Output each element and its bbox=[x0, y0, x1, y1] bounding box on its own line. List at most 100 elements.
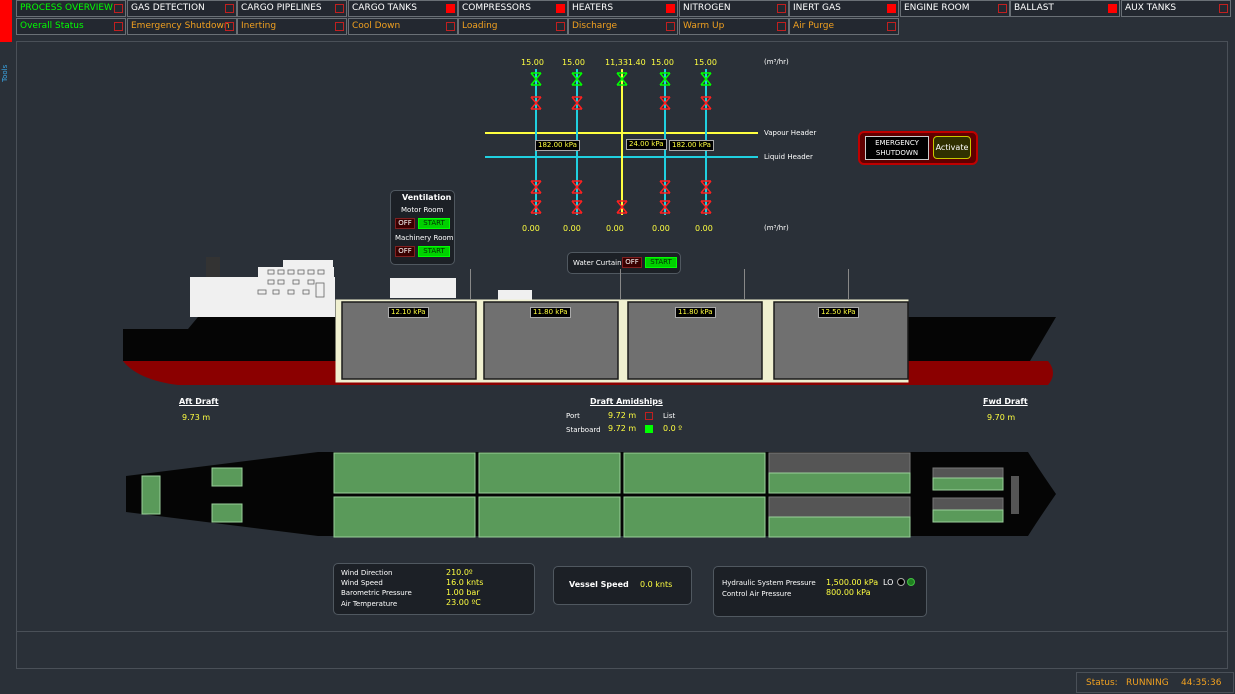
wind-direction-label: Wind Direction bbox=[341, 569, 393, 577]
vessel-speed-value: 0.0 knts bbox=[640, 580, 673, 589]
esd-title-1: EMERGENCY bbox=[875, 139, 919, 147]
sub-nav-tab-label: Cool Down bbox=[352, 21, 401, 31]
flow-unit-top: (m³/hr) bbox=[764, 58, 789, 66]
alarm-indicator-bar bbox=[0, 0, 12, 42]
message-panel bbox=[16, 632, 1228, 669]
starboard-label: Starboard bbox=[566, 426, 601, 434]
nav-tab-label: GAS DETECTION bbox=[131, 3, 205, 13]
wind-speed-label: Wind Speed bbox=[341, 579, 383, 587]
alarm-indicator bbox=[887, 4, 896, 13]
nav-tab-label: AUX TANKS bbox=[1125, 3, 1177, 13]
nav-tab[interactable]: NITROGEN bbox=[679, 0, 789, 17]
ship-plan-view bbox=[126, 452, 1056, 538]
plan-tank-level bbox=[623, 452, 766, 494]
flow-readout-bottom: 0.00 bbox=[563, 224, 581, 233]
alarm-indicator bbox=[446, 22, 455, 31]
nav-tab[interactable]: AUX TANKS bbox=[1121, 0, 1231, 17]
fwd-draft-value: 9.70 m bbox=[987, 413, 1016, 422]
sub-nav-tab-label: Inerting bbox=[241, 21, 277, 31]
tools-tab[interactable]: Tools bbox=[1, 65, 9, 82]
starboard-draft-value: 9.72 m bbox=[608, 424, 637, 433]
esd-title-2: SHUTDOWN bbox=[875, 149, 919, 157]
nav-tab[interactable]: HEATERS bbox=[568, 0, 678, 17]
sub-nav-tab-label: Loading bbox=[462, 21, 498, 31]
ship-profile bbox=[123, 257, 1056, 385]
sub-nav-tab[interactable]: Inerting bbox=[237, 18, 347, 35]
air-temperature-label: Air Temperature bbox=[341, 600, 398, 608]
nav-tab-label: INERT GAS bbox=[793, 3, 841, 13]
barometric-pressure-label: Barometric Pressure bbox=[341, 589, 412, 597]
aft-draft-value: 9.73 m bbox=[182, 413, 211, 422]
barometric-pressure-value: 1.00 bar bbox=[446, 588, 480, 597]
alarm-indicator bbox=[556, 22, 565, 31]
sub-nav-tab[interactable]: Loading bbox=[458, 18, 568, 35]
sub-nav-tab[interactable]: Air Purge bbox=[789, 18, 899, 35]
nav-tab-label: NITROGEN bbox=[683, 3, 731, 13]
alarm-indicator bbox=[335, 4, 344, 13]
vapour-header-label: Vapour Header bbox=[764, 129, 817, 137]
esd-label: EMERGENCY SHUTDOWN bbox=[865, 136, 929, 160]
nav-tab-label: CARGO TANKS bbox=[352, 3, 417, 13]
nav-tab[interactable]: BALLAST bbox=[1010, 0, 1120, 17]
flow-readout-bottom: 0.00 bbox=[652, 224, 670, 233]
alarm-indicator bbox=[114, 22, 123, 31]
wind-direction-value: 210.0º bbox=[446, 568, 473, 577]
nav-tab-label: BALLAST bbox=[1014, 3, 1054, 13]
flow-readout-top: 15.00 bbox=[521, 58, 544, 67]
motor-room-off-button[interactable]: OFF bbox=[395, 218, 415, 229]
plan-tank-level bbox=[478, 452, 621, 494]
nav-tab-label: CARGO PIPELINES bbox=[241, 3, 322, 13]
nav-tab-label: COMPRESSORS bbox=[462, 3, 531, 13]
nav-tab[interactable]: ENGINE ROOM bbox=[900, 0, 1010, 17]
nav-tab[interactable]: CARGO TANKS bbox=[348, 0, 458, 17]
port-draft-value: 9.72 m bbox=[608, 411, 637, 420]
alarm-indicator bbox=[777, 4, 786, 13]
aft-draft-label: Aft Draft bbox=[179, 397, 219, 406]
sub-nav-tab[interactable]: Emergency Shutdown bbox=[127, 18, 237, 35]
sub-nav-tab[interactable]: Discharge bbox=[568, 18, 678, 35]
sub-nav-tab-label: Warm Up bbox=[683, 21, 725, 31]
plan-tank-level bbox=[768, 472, 911, 494]
alarm-indicator bbox=[114, 4, 123, 13]
nav-tab[interactable]: PROCESS OVERVIEW bbox=[16, 0, 126, 17]
alarm-indicator bbox=[225, 4, 234, 13]
port-indicator bbox=[645, 412, 653, 420]
lo-indicator-on bbox=[907, 578, 915, 586]
plan-tank-level bbox=[623, 496, 766, 538]
alarm-indicator bbox=[777, 22, 786, 31]
status-bar: Status: RUNNING 44:35:36 bbox=[1076, 672, 1234, 693]
control-air-pressure-value: 800.00 kPa bbox=[826, 588, 871, 597]
liquid-header-label: Liquid Header bbox=[764, 153, 813, 161]
wind-speed-value: 16.0 knts bbox=[446, 578, 484, 587]
vessel-speed-label: Vessel Speed bbox=[569, 580, 629, 589]
sub-nav-tab[interactable]: Overall Status bbox=[16, 18, 126, 35]
pressure-readout: 24.00 kPa bbox=[626, 139, 667, 150]
pressure-readout: 182.00 kPa bbox=[535, 140, 580, 151]
nav-tab[interactable]: COMPRESSORS bbox=[458, 0, 568, 17]
esd-activate-button[interactable]: Activate bbox=[933, 136, 971, 159]
plan-tank-level bbox=[333, 452, 476, 494]
alarm-indicator bbox=[666, 22, 675, 31]
nav-tab[interactable]: CARGO PIPELINES bbox=[237, 0, 347, 17]
plan-tank-level bbox=[333, 496, 476, 538]
plan-tank-level bbox=[478, 496, 621, 538]
fwd-draft-label: Fwd Draft bbox=[983, 397, 1028, 406]
alarm-indicator bbox=[1219, 4, 1228, 13]
alarm-indicator bbox=[556, 4, 565, 13]
motor-room-start-button[interactable]: START bbox=[418, 218, 450, 229]
tank-pressure-readout: 11.80 kPa bbox=[530, 307, 571, 318]
tank-pressure-readout: 11.80 kPa bbox=[675, 307, 716, 318]
tank-pressure-readout: 12.10 kPa bbox=[388, 307, 429, 318]
nav-tab-label: PROCESS OVERVIEW bbox=[20, 3, 113, 13]
flow-readout-top: 11,331.40 bbox=[605, 58, 646, 67]
nav-tab[interactable]: INERT GAS bbox=[789, 0, 899, 17]
port-label: Port bbox=[566, 412, 580, 420]
lo-label: LO bbox=[883, 578, 894, 587]
sub-nav-tab[interactable]: Warm Up bbox=[679, 18, 789, 35]
list-label: List bbox=[663, 412, 676, 420]
sub-nav-tab[interactable]: Cool Down bbox=[348, 18, 458, 35]
nav-tab-label: ENGINE ROOM bbox=[904, 3, 970, 13]
list-value: 0.0 º bbox=[663, 424, 683, 433]
motor-room-label: Motor Room bbox=[401, 206, 444, 214]
nav-tab[interactable]: GAS DETECTION bbox=[127, 0, 237, 17]
